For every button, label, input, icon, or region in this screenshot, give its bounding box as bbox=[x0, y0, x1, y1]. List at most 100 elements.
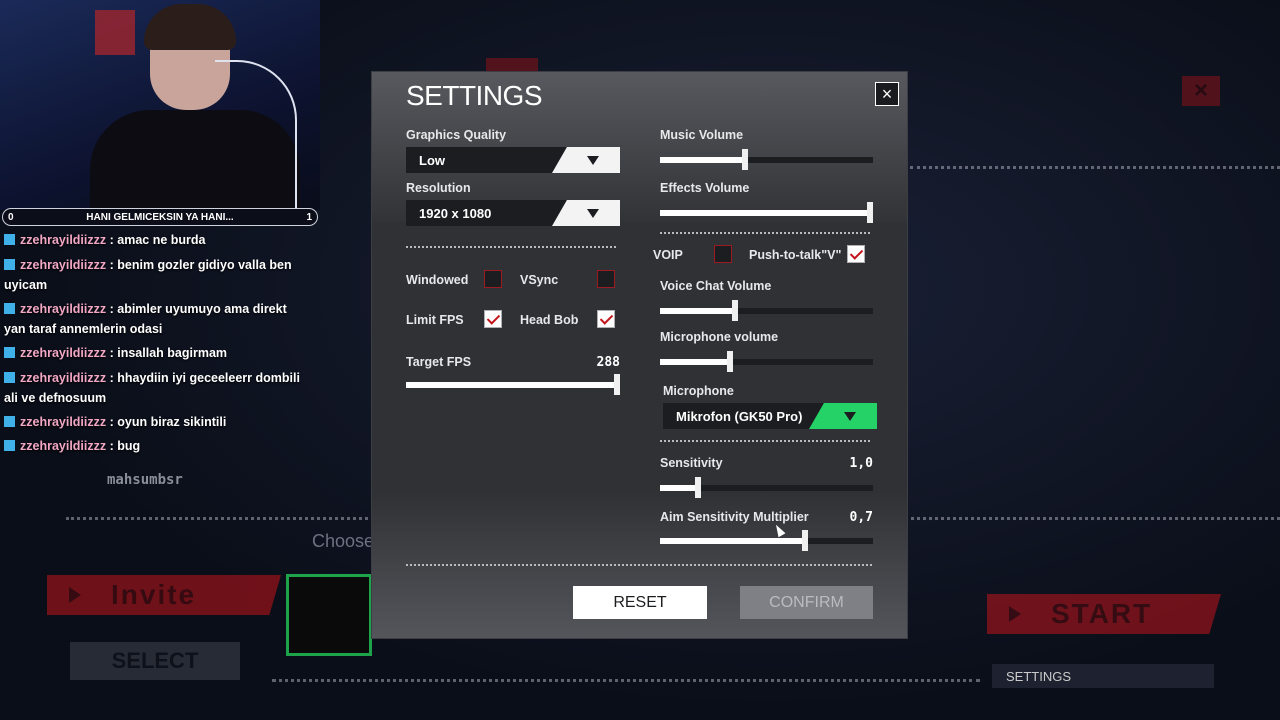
chat-text: : bug bbox=[106, 439, 141, 453]
voice-chat-volume-slider[interactable] bbox=[660, 300, 873, 321]
wall-jersey bbox=[95, 10, 135, 55]
slider-fill bbox=[660, 308, 735, 314]
slider-thumb[interactable] bbox=[867, 202, 873, 223]
slider-thumb[interactable] bbox=[695, 477, 701, 498]
bg-select-label: SELECT bbox=[111, 648, 199, 673]
target-fps-slider[interactable] bbox=[406, 374, 620, 395]
vsync-checkbox[interactable] bbox=[597, 270, 615, 288]
chevron-down-icon bbox=[552, 200, 620, 226]
reset-label: RESET bbox=[613, 593, 667, 611]
bg-start-label: START bbox=[1051, 598, 1153, 629]
target-fps-label: Target FPS bbox=[406, 355, 472, 369]
graphics-quality-value: Low bbox=[419, 152, 445, 168]
slider-thumb[interactable] bbox=[614, 374, 620, 395]
music-volume-slider[interactable] bbox=[660, 149, 873, 170]
chat-badge-icon bbox=[4, 259, 15, 270]
microphone-dropdown[interactable]: Mikrofon (GK50 Pro) bbox=[663, 403, 877, 429]
settings-title: SETTINGS bbox=[406, 80, 543, 111]
voice-chat-volume-label: Voice Chat Volume bbox=[660, 279, 772, 293]
windowed-checkbox[interactable] bbox=[484, 270, 502, 288]
chat-username: zzehrayildiizzz bbox=[20, 371, 107, 385]
separator bbox=[660, 440, 870, 442]
push-to-talk-label: Push-to-talk"V" bbox=[749, 248, 842, 262]
slider-thumb[interactable] bbox=[742, 149, 748, 170]
separator bbox=[406, 246, 616, 248]
chevron-down-icon bbox=[552, 147, 620, 173]
chat-message: zzehrayildiizzz : amac ne burda bbox=[4, 230, 304, 250]
bg-start-button[interactable]: START bbox=[987, 594, 1221, 634]
voip-checkbox[interactable] bbox=[714, 245, 732, 263]
slider-thumb[interactable] bbox=[727, 351, 733, 372]
graphics-quality-dropdown[interactable]: Low bbox=[406, 147, 620, 173]
slider-fill bbox=[660, 359, 730, 365]
chat-badge-icon bbox=[4, 347, 15, 358]
chat-username: zzehrayildiizzz bbox=[20, 302, 107, 316]
voip-label: VOIP bbox=[653, 248, 683, 262]
bg-invite-button[interactable]: Invite bbox=[47, 575, 281, 615]
slider-fill bbox=[660, 538, 805, 544]
chat-username: zzehrayildiizzz bbox=[20, 415, 107, 429]
bg-select-button[interactable]: SELECT bbox=[70, 642, 240, 680]
sensitivity-slider[interactable] bbox=[660, 477, 873, 498]
chat-banner: 0 HANI GELMICEKSIN YA HANI... 1 bbox=[2, 208, 318, 226]
bg-settings-bar[interactable]: SETTINGS bbox=[992, 664, 1214, 688]
slider-thumb[interactable] bbox=[732, 300, 738, 321]
chat-ghost-name: mahsumbsr bbox=[107, 472, 183, 488]
target-fps-value: 288 bbox=[596, 355, 620, 370]
aim-sensitivity-slider[interactable] bbox=[660, 530, 873, 551]
graphics-quality-label: Graphics Quality bbox=[406, 128, 507, 142]
chat-text: : oyun biraz sikintili bbox=[106, 415, 227, 429]
chat-banner-left: 0 bbox=[8, 211, 14, 223]
chat-text: : insallah bagirmam bbox=[106, 346, 228, 360]
reset-button[interactable]: RESET bbox=[573, 586, 707, 619]
slider-fill bbox=[406, 382, 620, 388]
play-icon bbox=[69, 587, 81, 603]
chat-badge-icon bbox=[4, 440, 15, 451]
chat-username: zzehrayildiizzz bbox=[20, 346, 107, 360]
vsync-label: VSync bbox=[520, 273, 559, 287]
headphone-cable bbox=[215, 60, 297, 210]
bg-selected-slot[interactable] bbox=[286, 574, 372, 656]
chat-banner-right: 1 bbox=[306, 211, 312, 223]
close-button[interactable]: × bbox=[875, 82, 899, 106]
microphone-value: Mikrofon (GK50 Pro) bbox=[676, 408, 803, 424]
chat-badge-icon bbox=[4, 303, 15, 314]
settings-panel: SETTINGS × Graphics Quality Low Resoluti… bbox=[372, 72, 907, 638]
chat-message: zzehrayildiizzz : benim gozler gidiyo va… bbox=[4, 255, 304, 295]
webcam-overlay bbox=[0, 0, 320, 210]
push-to-talk-checkbox[interactable] bbox=[847, 245, 865, 263]
head-bob-checkbox[interactable] bbox=[597, 310, 615, 328]
chat-text: : amac ne burda bbox=[106, 233, 206, 247]
slider-fill bbox=[660, 157, 745, 163]
chat-message: zzehrayildiizzz : hhaydiin iyi geceeleer… bbox=[4, 368, 304, 408]
slider-thumb[interactable] bbox=[802, 530, 808, 551]
windowed-label: Windowed bbox=[406, 273, 469, 287]
effects-volume-label: Effects Volume bbox=[660, 181, 750, 195]
bg-choose-label: Choose bbox=[312, 531, 375, 551]
close-icon: × bbox=[881, 84, 893, 104]
confirm-label: CONFIRM bbox=[769, 593, 844, 611]
microphone-volume-label: Microphone volume bbox=[660, 330, 779, 344]
music-volume-label: Music Volume bbox=[660, 128, 744, 142]
chat-username: zzehrayildiizzz bbox=[20, 258, 107, 272]
chat-badge-icon bbox=[4, 372, 15, 383]
effects-volume-slider[interactable] bbox=[660, 202, 873, 223]
bg-invite-label: Invite bbox=[111, 579, 197, 610]
streamer-hair bbox=[144, 4, 236, 50]
slider-fill bbox=[660, 210, 873, 216]
confirm-button[interactable]: CONFIRM bbox=[740, 586, 873, 619]
bg-close-button[interactable]: × bbox=[1182, 76, 1220, 106]
resolution-value: 1920 x 1080 bbox=[419, 205, 492, 221]
resolution-dropdown[interactable]: 1920 x 1080 bbox=[406, 200, 620, 226]
separator bbox=[660, 232, 870, 234]
microphone-volume-slider[interactable] bbox=[660, 351, 873, 372]
bg-divider-top bbox=[910, 166, 1280, 169]
limit-fps-label: Limit FPS bbox=[406, 313, 464, 327]
chat-message: zzehrayildiizzz : bug bbox=[4, 436, 304, 456]
slider-fill bbox=[660, 485, 698, 491]
limit-fps-checkbox[interactable] bbox=[484, 310, 502, 328]
chat-banner-text: HANI GELMICEKSIN YA HANI... bbox=[86, 211, 234, 223]
aim-sensitivity-value: 0,7 bbox=[849, 510, 873, 525]
sensitivity-value: 1,0 bbox=[849, 456, 873, 471]
chat-message: zzehrayildiizzz : abimler uyumuyo ama di… bbox=[4, 299, 304, 339]
